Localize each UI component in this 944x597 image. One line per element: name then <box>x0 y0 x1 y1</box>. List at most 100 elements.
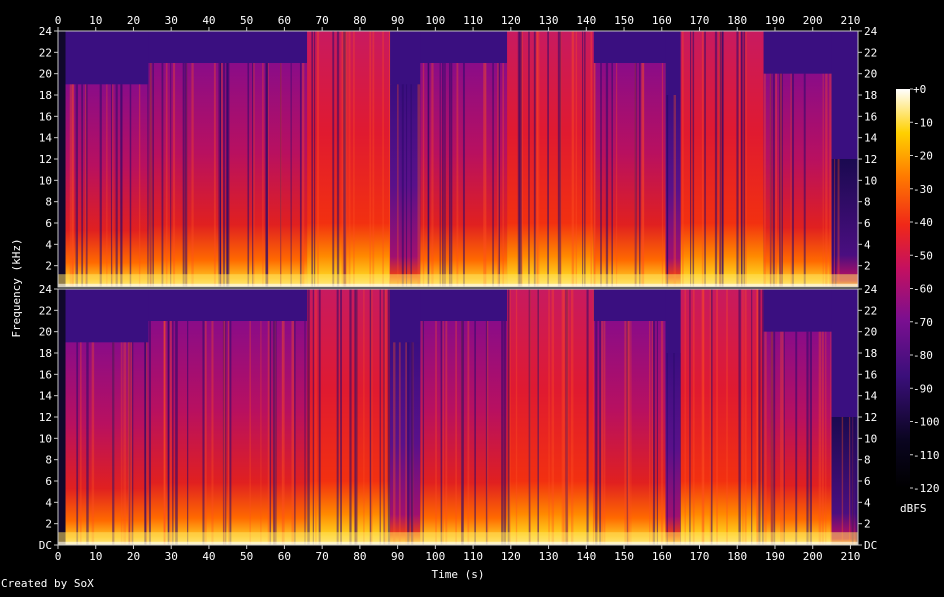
x-tick-label: 80 <box>353 550 366 563</box>
streak <box>382 31 384 287</box>
x-tick-label: 170 <box>690 14 710 27</box>
streak <box>764 331 767 545</box>
streak <box>175 321 177 545</box>
streak <box>467 321 470 545</box>
x-tick-label: 210 <box>841 14 861 27</box>
streak <box>445 321 448 545</box>
y-tick-label: 2 <box>45 518 52 531</box>
streak <box>170 63 172 287</box>
x-tick-label: 190 <box>765 550 785 563</box>
y-tick-label: DC <box>864 539 877 552</box>
streak <box>756 289 759 545</box>
y-tick-label: 6 <box>864 217 871 230</box>
streak <box>626 321 629 545</box>
y-tick-label: 22 <box>39 46 52 59</box>
streak <box>120 342 122 545</box>
streak <box>504 321 507 545</box>
x-tick-label: 160 <box>652 550 672 563</box>
streak <box>379 289 381 545</box>
x-tick-label: 20 <box>127 14 140 27</box>
streak <box>152 63 154 287</box>
streak <box>660 321 664 545</box>
colorbar-tick-label: -30 <box>913 183 933 196</box>
y-tick-label: 8 <box>45 454 52 467</box>
streak <box>605 63 609 287</box>
streak <box>821 331 824 545</box>
streak <box>639 63 641 287</box>
y-tick-label: 12 <box>39 153 52 166</box>
streak <box>127 342 130 545</box>
streak <box>121 84 123 287</box>
streak <box>444 63 446 287</box>
streak <box>818 331 822 545</box>
streak <box>743 31 746 287</box>
streak <box>829 73 832 288</box>
colorbar-tick-label: -90 <box>913 382 933 395</box>
streak <box>273 321 276 545</box>
streak <box>185 63 188 287</box>
streak <box>336 31 340 287</box>
streak <box>165 63 168 287</box>
spectrogram-chart: 2 24 46 68 810 1012 1214 1416 1618 1820 2022 2224 24… <box>10 14 940 581</box>
colorbar-tick-label: +0 <box>913 83 926 96</box>
streak <box>649 321 651 545</box>
streak <box>122 342 124 545</box>
streak <box>773 331 776 545</box>
streak <box>176 321 178 545</box>
streak <box>704 31 706 287</box>
colorbar-tick-label: -50 <box>913 249 933 262</box>
streak <box>410 342 414 545</box>
streak <box>163 321 165 545</box>
x-tick-label: 110 <box>463 14 483 27</box>
streak <box>507 289 510 545</box>
streak <box>689 289 691 545</box>
streak <box>182 63 185 287</box>
x-tick-label: 130 <box>539 14 559 27</box>
segment-4-upper <box>390 31 421 85</box>
streak <box>91 342 95 545</box>
streak <box>69 84 73 287</box>
x-tick-label: 140 <box>576 14 596 27</box>
x-tick-label: 100 <box>425 14 445 27</box>
credit-text: Created by SoX <box>1 577 94 590</box>
y-tick-label: 12 <box>864 411 877 424</box>
colorbar-tick-label: -100 <box>913 416 940 429</box>
streak <box>557 31 560 287</box>
x-tick-label: 100 <box>425 550 445 563</box>
streak <box>249 321 251 545</box>
segment-1-upper <box>65 289 149 343</box>
streak <box>832 159 834 287</box>
streak <box>634 63 636 287</box>
y-tick-label: 8 <box>45 196 52 209</box>
streak <box>191 63 194 287</box>
streak <box>75 84 79 287</box>
streak <box>211 321 214 545</box>
colorbar-tick-label: -70 <box>913 316 933 329</box>
streak <box>290 63 292 287</box>
streak <box>652 321 656 545</box>
streak <box>483 63 486 287</box>
streak <box>806 331 809 545</box>
streak <box>252 63 254 287</box>
streak <box>348 31 351 287</box>
segment-11-upper <box>831 31 858 159</box>
streak <box>172 321 174 545</box>
streak <box>448 63 451 287</box>
streak <box>147 84 149 287</box>
x-tick-label: 70 <box>316 14 329 27</box>
streak <box>758 289 761 545</box>
streak <box>551 289 555 545</box>
streak <box>318 289 321 545</box>
streak <box>564 289 566 545</box>
streak <box>656 321 658 545</box>
segment-4-upper <box>390 289 421 343</box>
streak <box>537 289 539 545</box>
segment-7 <box>593 63 666 287</box>
streak <box>450 63 453 287</box>
streak <box>575 31 578 287</box>
streak <box>714 31 718 287</box>
streak <box>149 63 152 287</box>
y-tick-label: 22 <box>864 304 877 317</box>
y-axis-label: Frequency (kHz) <box>10 238 23 337</box>
streak <box>340 289 342 545</box>
